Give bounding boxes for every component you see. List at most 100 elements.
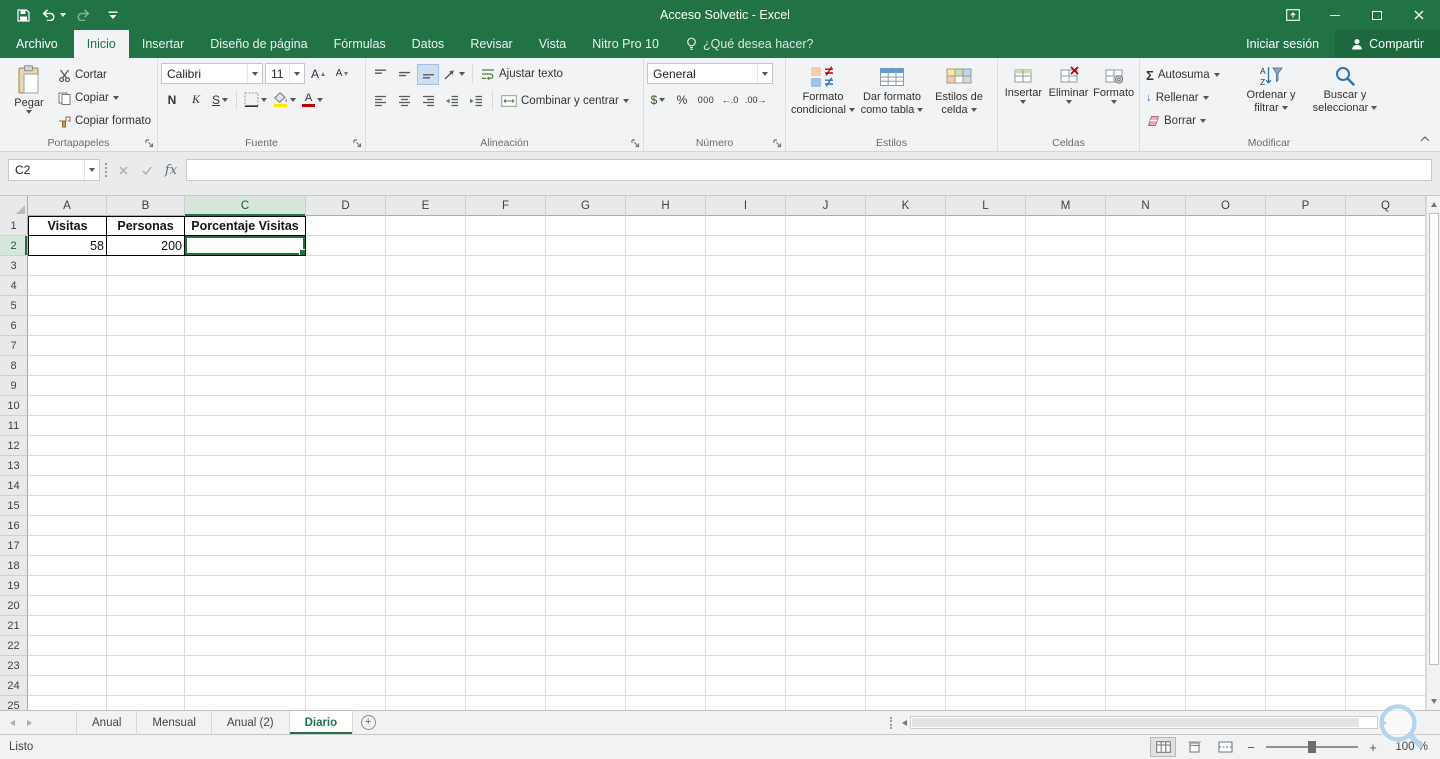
cell-G21[interactable] — [546, 616, 626, 636]
cell-L5[interactable] — [946, 296, 1026, 316]
cell-B13[interactable] — [107, 456, 185, 476]
vertical-scroll-thumb[interactable] — [1428, 213, 1439, 665]
cell-E5[interactable] — [386, 296, 466, 316]
cell-M8[interactable] — [1026, 356, 1106, 376]
sort-filter-button[interactable]: AZ Ordenar y filtrar — [1235, 63, 1307, 135]
cell-K12[interactable] — [866, 436, 946, 456]
cell-F3[interactable] — [466, 256, 546, 276]
cell-L1[interactable] — [946, 216, 1026, 236]
page-layout-view-button[interactable] — [1181, 737, 1207, 757]
cell-B23[interactable] — [107, 656, 185, 676]
previous-sheet-button[interactable] — [10, 719, 15, 726]
cell-M15[interactable] — [1026, 496, 1106, 516]
cell-G14[interactable] — [546, 476, 626, 496]
cell-H17[interactable] — [626, 536, 706, 556]
save-button[interactable] — [10, 2, 36, 28]
cell-K10[interactable] — [866, 396, 946, 416]
cell-M6[interactable] — [1026, 316, 1106, 336]
paste-button[interactable]: Pegar — [3, 63, 55, 135]
cell-I7[interactable] — [706, 336, 786, 356]
cell-D17[interactable] — [306, 536, 386, 556]
cell-O4[interactable] — [1186, 276, 1266, 296]
cell-J1[interactable] — [786, 216, 866, 236]
row-header-6[interactable]: 6 — [0, 316, 28, 336]
cell-M2[interactable] — [1026, 236, 1106, 256]
cell-N15[interactable] — [1106, 496, 1186, 516]
cell-J18[interactable] — [786, 556, 866, 576]
cell-H23[interactable] — [626, 656, 706, 676]
cell-M22[interactable] — [1026, 636, 1106, 656]
cell-G5[interactable] — [546, 296, 626, 316]
cell-B6[interactable] — [107, 316, 185, 336]
cell-L6[interactable] — [946, 316, 1026, 336]
cell-F10[interactable] — [466, 396, 546, 416]
cell-N20[interactable] — [1106, 596, 1186, 616]
percent-style-button[interactable]: % — [671, 89, 693, 110]
cell-L8[interactable] — [946, 356, 1026, 376]
cell-O2[interactable] — [1186, 236, 1266, 256]
zoom-in-button[interactable]: + — [1365, 740, 1381, 755]
cell-E20[interactable] — [386, 596, 466, 616]
cell-P13[interactable] — [1266, 456, 1346, 476]
cell-P16[interactable] — [1266, 516, 1346, 536]
cell-H8[interactable] — [626, 356, 706, 376]
cell-F15[interactable] — [466, 496, 546, 516]
delete-cells-button[interactable]: Eliminar — [1046, 63, 1092, 135]
cell-P22[interactable] — [1266, 636, 1346, 656]
cell-F16[interactable] — [466, 516, 546, 536]
clipboard-dialog-launcher[interactable] — [145, 139, 154, 148]
sheet-tab-diario[interactable]: Diario — [289, 711, 354, 734]
column-header-C[interactable]: C — [185, 196, 306, 216]
cell-B14[interactable] — [107, 476, 185, 496]
cell-K14[interactable] — [866, 476, 946, 496]
shrink-font-button[interactable]: A — [331, 63, 353, 84]
cell-O7[interactable] — [1186, 336, 1266, 356]
cell-D25[interactable] — [306, 696, 386, 710]
cell-E23[interactable] — [386, 656, 466, 676]
cell-N4[interactable] — [1106, 276, 1186, 296]
cell-M19[interactable] — [1026, 576, 1106, 596]
cell-P1[interactable] — [1266, 216, 1346, 236]
cell-M21[interactable] — [1026, 616, 1106, 636]
cell-M5[interactable] — [1026, 296, 1106, 316]
cell-E8[interactable] — [386, 356, 466, 376]
cell-N13[interactable] — [1106, 456, 1186, 476]
cell-A14[interactable] — [28, 476, 107, 496]
cell-K18[interactable] — [866, 556, 946, 576]
cell-K8[interactable] — [866, 356, 946, 376]
cell-H13[interactable] — [626, 456, 706, 476]
tab-vista[interactable]: Vista — [526, 30, 580, 58]
cell-C19[interactable] — [185, 576, 306, 596]
cell-N21[interactable] — [1106, 616, 1186, 636]
cell-H25[interactable] — [626, 696, 706, 710]
cell-B15[interactable] — [107, 496, 185, 516]
tab-revisar[interactable]: Revisar — [457, 30, 525, 58]
cell-F19[interactable] — [466, 576, 546, 596]
cell-H12[interactable] — [626, 436, 706, 456]
cell-C18[interactable] — [185, 556, 306, 576]
sheet-tab-anual-2[interactable]: Anual (2) — [212, 711, 290, 734]
cell-J25[interactable] — [786, 696, 866, 710]
cell-J5[interactable] — [786, 296, 866, 316]
cell-G9[interactable] — [546, 376, 626, 396]
row-header-11[interactable]: 11 — [0, 416, 28, 436]
format-cells-button[interactable]: Formato — [1091, 63, 1136, 135]
increase-decimal-button[interactable]: ←.0 — [719, 89, 741, 110]
cell-B24[interactable] — [107, 676, 185, 696]
cell-Q16[interactable] — [1346, 516, 1426, 536]
cell-O19[interactable] — [1186, 576, 1266, 596]
row-header-4[interactable]: 4 — [0, 276, 28, 296]
customize-qat-button[interactable] — [100, 2, 126, 28]
cell-F4[interactable] — [466, 276, 546, 296]
cell-D13[interactable] — [306, 456, 386, 476]
cell-G19[interactable] — [546, 576, 626, 596]
cell-P9[interactable] — [1266, 376, 1346, 396]
accounting-format-button[interactable]: $ — [647, 89, 669, 110]
cell-C9[interactable] — [185, 376, 306, 396]
cell-C5[interactable] — [185, 296, 306, 316]
cell-K25[interactable] — [866, 696, 946, 710]
row-header-23[interactable]: 23 — [0, 656, 28, 676]
cell-E21[interactable] — [386, 616, 466, 636]
cell-P25[interactable] — [1266, 696, 1346, 710]
cell-A22[interactable] — [28, 636, 107, 656]
